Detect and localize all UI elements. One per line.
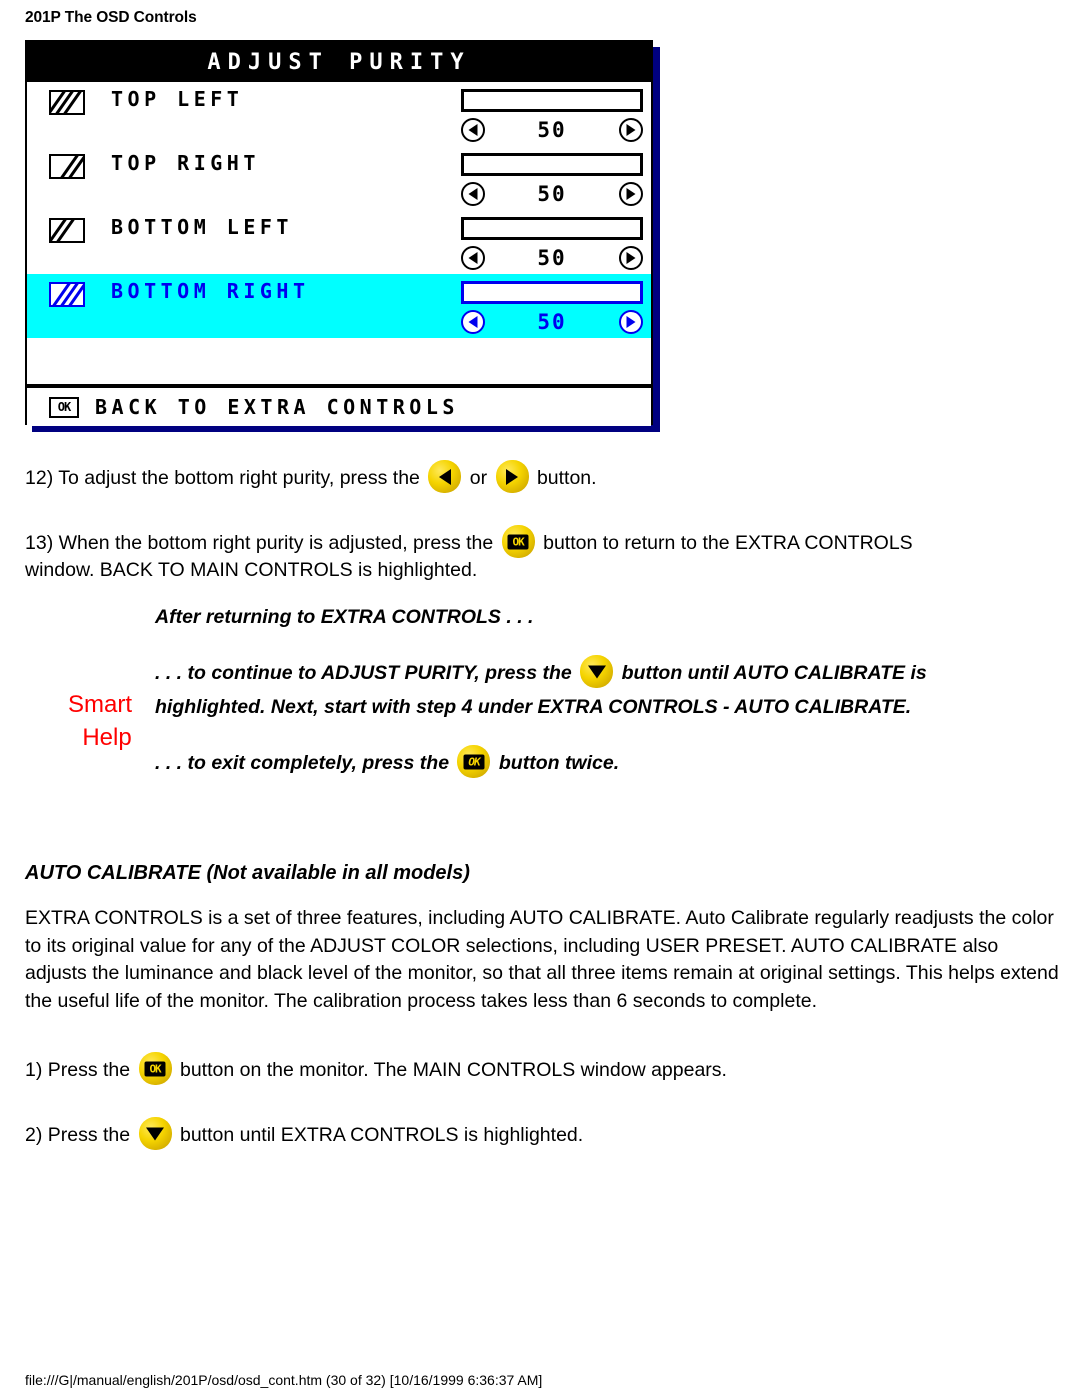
auto-calibrate-body: EXTRA CONTROLS is a set of three feature… xyxy=(25,907,1059,1012)
osd-row-top-left[interactable]: TOP LEFT 50 xyxy=(27,82,651,146)
osd-right-arrow-button-icon[interactable] xyxy=(495,460,529,493)
purity-bottom-right-icon xyxy=(49,282,85,307)
purity-value-top-right: 50 xyxy=(537,182,567,206)
osd-row-top: TOP LEFT xyxy=(27,82,651,118)
footer-file-path: file:///G|/manual/english/201P/osd/osd_c… xyxy=(25,1372,543,1388)
osd-adjust-purity-panel: ADJUST PURITY TOP LEFT 50 TOP RIGHT 50 B… xyxy=(25,40,653,426)
osd-back-to-extra-controls[interactable]: OK BACK TO EXTRA CONTROLS xyxy=(27,388,651,426)
decrease-arrow-icon[interactable] xyxy=(461,246,485,270)
smart-help-tip-1-a: . . . to continue to ADJUST PURITY, pres… xyxy=(155,662,572,684)
osd-row-label: TOP LEFT xyxy=(111,87,244,111)
smart-help-line-2: Help xyxy=(82,724,132,751)
auto-calibrate-step-1: 1) Press the OK button on the monitor. T… xyxy=(25,1052,1055,1085)
osd-left-arrow-button-icon[interactable] xyxy=(428,460,462,493)
osd-ok-button-icon[interactable]: OK xyxy=(457,745,491,778)
smart-help-tip-1-b: button until AUTO CALIBRATE is xyxy=(621,662,927,684)
osd-body: TOP LEFT 50 TOP RIGHT 50 BOTTOM LEFT 50 … xyxy=(27,82,651,388)
osd-footer-label: BACK TO EXTRA CONTROLS xyxy=(95,395,459,419)
ok-glyph-label: OK xyxy=(468,755,480,768)
osd-row-label: BOTTOM LEFT xyxy=(111,215,293,239)
purity-bottom-left-icon xyxy=(49,218,85,243)
auto-calibrate-step-1-a: 1) Press the xyxy=(25,1059,131,1081)
increase-arrow-icon[interactable] xyxy=(618,182,643,206)
smart-help-badge: Smart Help xyxy=(45,688,155,754)
step-13-text-a: 13) When the bottom right purity is adju… xyxy=(25,532,494,554)
osd-row-controls: 50 xyxy=(461,308,643,336)
osd-down-arrow-button-icon[interactable] xyxy=(138,1117,172,1150)
decrease-arrow-icon[interactable] xyxy=(461,310,485,334)
smart-help-tip-2-b: button twice. xyxy=(498,752,620,774)
osd-row-controls: 50 xyxy=(461,180,643,208)
osd-ok-button-icon[interactable]: OK xyxy=(138,1052,172,1085)
osd-row-controls: 50 xyxy=(461,244,643,272)
smart-help-tip-1-continued: highlighted. Next, start with step 4 und… xyxy=(155,696,912,718)
increase-arrow-icon[interactable] xyxy=(618,118,643,142)
auto-calibrate-step-1-b: button on the monitor. The MAIN CONTROLS… xyxy=(179,1059,727,1081)
step-12: 12) To adjust the bottom right purity, p… xyxy=(25,460,1055,493)
smart-help-line-1: Smart xyxy=(67,691,132,718)
osd-row-label: BOTTOM RIGHT xyxy=(111,279,310,303)
smart-help-tip-2-a: . . . to exit completely, press the xyxy=(155,752,450,774)
decrease-arrow-icon[interactable] xyxy=(461,182,485,206)
step-12-text-b: or xyxy=(469,467,488,489)
step-13-text-b: button to return to the EXTRA CONTROLS xyxy=(543,532,913,554)
auto-calibrate-step-2-b: button until EXTRA CONTROLS is highlight… xyxy=(179,1124,584,1146)
osd-row-controls: 50 xyxy=(461,116,643,144)
osd-row-top: TOP RIGHT xyxy=(27,146,651,182)
auto-calibrate-step-2: 2) Press the button until EXTRA CONTROLS… xyxy=(25,1117,1055,1150)
smart-help-intro: After returning to EXTRA CONTROLS . . . xyxy=(155,606,534,628)
osd-row-label: TOP RIGHT xyxy=(111,151,260,175)
purity-top-left-icon xyxy=(49,90,85,115)
purity-value-bottom-right: 50 xyxy=(537,310,567,334)
osd-down-arrow-button-icon[interactable] xyxy=(580,655,614,688)
purity-slider-bottom-left[interactable] xyxy=(461,217,643,240)
osd-row-top-right[interactable]: TOP RIGHT 50 xyxy=(27,146,651,210)
smart-help-tip-1: . . . to continue to ADJUST PURITY, pres… xyxy=(155,655,1075,688)
osd-row-bottom-right[interactable]: BOTTOM RIGHT 50 xyxy=(27,274,651,338)
decrease-arrow-icon[interactable] xyxy=(461,118,485,142)
osd-row-top: BOTTOM RIGHT xyxy=(27,274,651,310)
smart-help-tip-2: . . . to exit completely, press the OK b… xyxy=(155,745,1055,778)
auto-calibrate-step-2-a: 2) Press the xyxy=(25,1124,131,1146)
page-title: 201P The OSD Controls xyxy=(25,9,197,26)
ok-glyph-label: OK xyxy=(149,1062,161,1075)
increase-arrow-icon[interactable] xyxy=(618,246,643,270)
osd-row-bottom-left[interactable]: BOTTOM LEFT 50 xyxy=(27,210,651,274)
step-12-text-c: button. xyxy=(536,467,597,489)
auto-calibrate-heading: AUTO CALIBRATE (Not available in all mod… xyxy=(25,862,470,884)
osd-row-top: BOTTOM LEFT xyxy=(27,210,651,246)
ok-glyph-label: OK xyxy=(512,535,525,548)
purity-slider-top-left[interactable] xyxy=(461,89,643,112)
osd-row-list: TOP LEFT 50 TOP RIGHT 50 BOTTOM LEFT 50 … xyxy=(27,82,651,338)
increase-arrow-icon[interactable] xyxy=(618,310,643,334)
step-13: 13) When the bottom right purity is adju… xyxy=(25,525,1055,558)
purity-slider-bottom-right[interactable] xyxy=(461,281,643,304)
step-13-continued: window. BACK TO MAIN CONTROLS is highlig… xyxy=(25,559,478,581)
purity-value-top-left: 50 xyxy=(537,118,567,142)
osd-title-bar: ADJUST PURITY xyxy=(27,42,651,82)
ok-chip-icon: OK xyxy=(49,396,79,418)
purity-slider-top-right[interactable] xyxy=(461,153,643,176)
purity-value-bottom-left: 50 xyxy=(537,246,567,270)
purity-top-right-icon xyxy=(49,154,85,179)
step-12-text-a: 12) To adjust the bottom right purity, p… xyxy=(25,467,420,489)
osd-ok-button-icon[interactable]: OK xyxy=(501,525,535,558)
